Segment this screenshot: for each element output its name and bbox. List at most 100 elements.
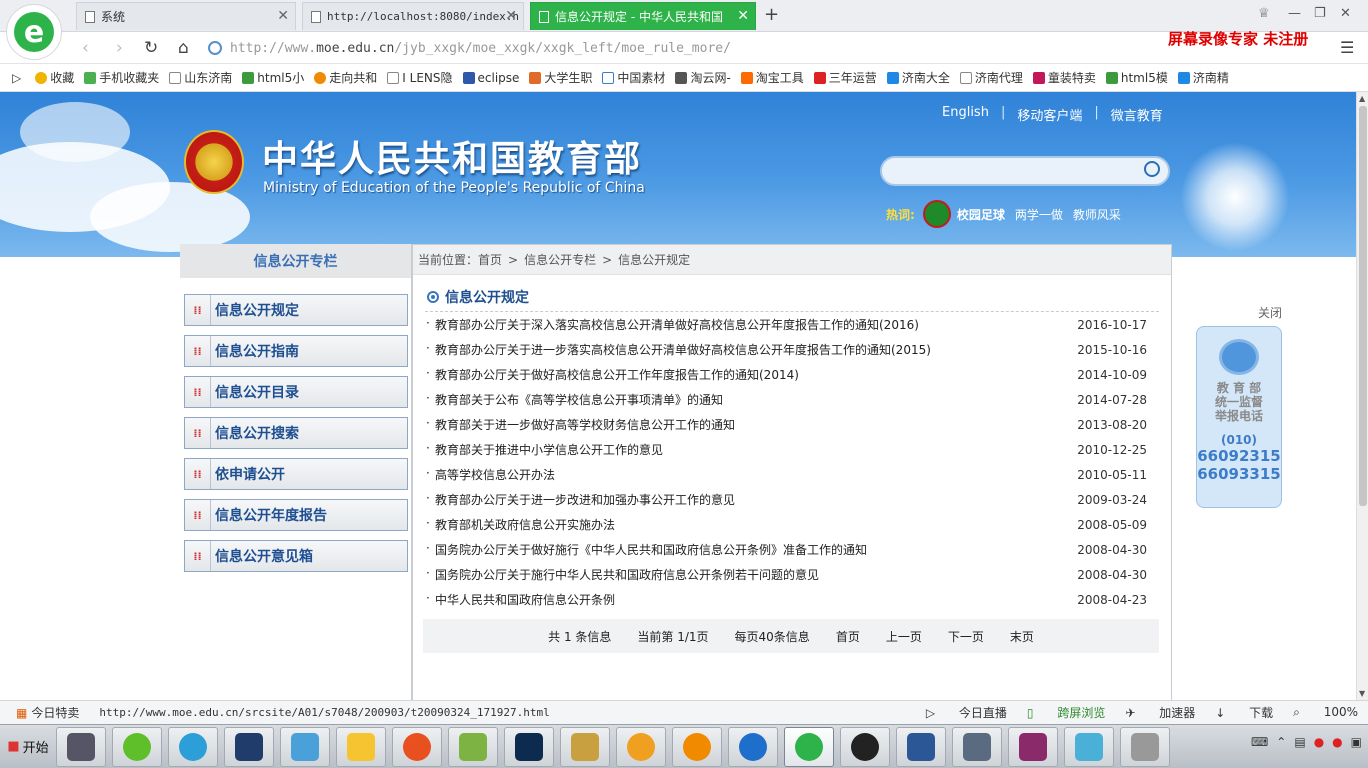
scroll-down-icon[interactable]: ▼ [1359,689,1365,698]
sidebar-toggle-icon[interactable]: ▷ [12,71,21,85]
taskbar-app[interactable] [616,726,666,767]
search-icon[interactable] [1144,161,1160,177]
list-item[interactable]: 教育部办公厅关于做好高校信息公开工作年度报告工作的通知(2014)2014-10… [425,362,1159,387]
taskbar-app[interactable] [504,726,554,767]
list-item[interactable]: 教育部关于进一步做好高等学校财务信息公开工作的通知2013-08-20 [425,412,1159,437]
site-search-input[interactable] [880,156,1170,186]
bookmark-item[interactable]: eclipse [462,71,519,85]
address-bar[interactable]: http://www. moe.edu.cn/jyb_xxgk/moe_xxgk/… [208,37,1148,59]
refresh-icon[interactable]: ↻ [144,38,158,58]
back-icon[interactable]: ‹ [82,38,89,58]
tab-moe-active[interactable]: 信息公开规定 - 中华人民共和国 ✕ [530,2,756,30]
bookmark-item[interactable]: 济南精 [1177,69,1229,86]
list-item[interactable]: 国务院办公厅关于做好施行《中华人民共和国政府信息公开条例》准备工作的通知2008… [425,537,1159,562]
close-window-button[interactable]: ✕ [1340,6,1351,21]
taskbar-app[interactable] [392,726,442,767]
taskbar-app[interactable] [1008,726,1058,767]
sidebar-item-search[interactable]: ⁞⁞ 信息公开搜索 [184,417,408,449]
start-button[interactable]: ■ 开始 [0,727,56,767]
taskbar-app[interactable] [560,726,610,767]
bookmark-item[interactable]: 济南代理 [959,69,1023,86]
tray-arrow-icon[interactable]: ⌃ [1276,735,1286,749]
taskbar-app[interactable] [952,726,1002,767]
list-item[interactable]: 中华人民共和国政府信息公开条例2008-04-23 [425,587,1159,612]
browser-logo-icon[interactable]: e [6,4,62,60]
sidebar-item-opinion-box[interactable]: ⁞⁞ 信息公开意见箱 [184,540,408,572]
close-tab-icon[interactable]: ✕ [277,8,289,24]
taskbar-app[interactable] [728,726,778,767]
sidebar-item-annual-report[interactable]: ⁞⁞ 信息公开年度报告 [184,499,408,531]
taskbar-app[interactable] [896,726,946,767]
list-item[interactable]: 高等学校信息公开办法2010-05-11 [425,462,1159,487]
today-sale-link[interactable]: 今日特卖 [31,704,79,721]
close-widget-button[interactable]: 关闭 [1258,304,1282,321]
taskbar-app[interactable] [1064,726,1114,767]
bookmark-item[interactable]: 大学生职 [529,69,592,86]
taskbar-app[interactable] [280,726,330,767]
taskbar-app[interactable] [224,726,274,767]
taskbar-app[interactable] [840,726,890,767]
bookmark-favorites[interactable]: 收藏 [35,69,74,86]
taskbar-app[interactable] [56,726,106,767]
bookmark-item[interactable]: 淘宝工具 [740,69,804,86]
taskbar-app[interactable] [448,726,498,767]
scrollbar-thumb[interactable] [1359,106,1367,506]
taskbar-app[interactable] [168,726,218,767]
bookmark-item[interactable]: 三年运营 [813,69,877,86]
link-english[interactable]: English [930,105,1001,124]
network-icon[interactable]: ▣ [1351,735,1362,749]
pager-first[interactable]: 首页 [836,628,860,645]
sidebar-item-catalog[interactable]: ⁞⁞ 信息公开目录 [184,376,408,408]
link-mobile-client[interactable]: 移动客户端 [1005,105,1094,124]
maximize-button[interactable]: ❐ [1314,6,1326,21]
home-icon[interactable]: ⌂ [178,38,189,58]
taskbar-app[interactable] [672,726,722,767]
zoom-level[interactable]: ⌕ 100% [1293,705,1358,720]
bookmark-item[interactable]: html5小 [242,69,304,86]
sidebar-item-apply[interactable]: ⁞⁞ 依申请公开 [184,458,408,490]
breadcrumb-column[interactable]: 信息公开专栏 [524,251,596,268]
minimize-button[interactable]: — [1288,6,1301,21]
skin-icon[interactable]: ♕ [1258,6,1270,21]
list-item[interactable]: 教育部机关政府信息公开实施办法2008-05-09 [425,512,1159,537]
hotline-widget[interactable]: 教 育 部 统一监督 举报电话 (010) 66092315 66093315 [1196,326,1282,508]
bookmark-item[interactable]: I LENS隐 [387,69,453,86]
sidebar-item-rules[interactable]: ⁞⁞ 信息公开规定 [184,294,408,326]
breadcrumb-home[interactable]: 当前位置：首页 [418,251,502,268]
bookmark-item[interactable]: 山东济南 [169,69,232,86]
bookmark-item[interactable]: 中国素材 [602,69,665,86]
qq-icon[interactable]: ● [1314,735,1324,749]
hot-word-link[interactable]: 校园足球 [957,206,1005,223]
cross-screen-button[interactable]: ▯ 跨屏浏览 [1027,704,1105,721]
taskbar-app[interactable] [336,726,386,767]
list-item[interactable]: 教育部关于推进中小学信息公开工作的意见2010-12-25 [425,437,1159,462]
bookmark-item[interactable]: html5模 [1105,69,1168,86]
close-tab-icon[interactable]: ✕ [737,8,749,24]
live-button[interactable]: ▷ 今日直播 [926,704,1007,721]
clipboard-icon[interactable]: ▤ [1294,735,1305,749]
list-item[interactable]: 国务院办公厅关于施行中华人民共和国政府信息公开条例若干问题的意见2008-04-… [425,562,1159,587]
tab-system[interactable]: 系统 ✕ [76,2,296,30]
bookmark-item[interactable]: 童装特卖 [1032,69,1096,86]
bookmark-item[interactable]: 走向共和 [314,69,377,86]
hot-word-link[interactable]: 两学一做 [1015,206,1063,223]
list-item[interactable]: 教育部办公厅关于进一步落实高校信息公开清单做好高校信息公开年度报告工作的通知(2… [425,337,1159,362]
new-tab-button[interactable]: + [764,4,779,25]
pager-next[interactable]: 下一页 [948,628,984,645]
list-item[interactable]: 教育部关于公布《高等学校信息公开事项清单》的通知2014-07-28 [425,387,1159,412]
scroll-up-icon[interactable]: ▲ [1359,94,1365,103]
taskbar-app[interactable] [1120,726,1170,767]
qq-icon[interactable]: ● [1332,735,1342,749]
menu-icon[interactable]: ☰ [1340,38,1354,57]
breadcrumb-current[interactable]: 信息公开规定 [618,251,690,268]
list-item[interactable]: 教育部办公厅关于进一步改进和加强办事公开工作的意见2009-03-24 [425,487,1159,512]
taskbar-app[interactable] [112,726,162,767]
pager-prev[interactable]: 上一页 [886,628,922,645]
accelerator-button[interactable]: ✈ 加速器 [1125,704,1195,721]
list-item[interactable]: 教育部办公厅关于深入落实高校信息公开清单做好高校信息公开年度报告工作的通知(20… [425,312,1159,337]
tab-localhost[interactable]: http://localhost:8080/index.h ✕ [302,2,524,30]
sidebar-item-guide[interactable]: ⁞⁞ 信息公开指南 [184,335,408,367]
taskbar-app-browser[interactable] [784,726,834,767]
keyboard-icon[interactable]: ⌨ [1251,735,1268,749]
close-tab-icon[interactable]: ✕ [505,8,517,24]
